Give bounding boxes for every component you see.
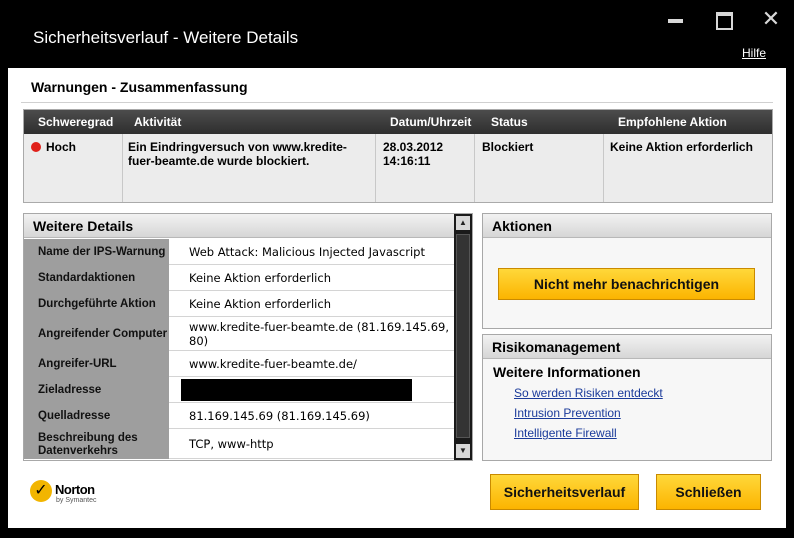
logo-subtitle: by Symantec (56, 497, 97, 504)
details-label: Beschreibung des Datenverkehrs (24, 429, 169, 459)
details-value: Keine Aktion erforderlich (189, 271, 331, 285)
norton-logo: ✓ Norton by Symantec (30, 480, 110, 510)
header-severity[interactable]: Schweregrad (38, 115, 113, 129)
divider (21, 102, 773, 103)
time-value: 14:16:11 (383, 154, 431, 168)
details-label: Durchgeführte Aktion (24, 291, 169, 317)
details-row: Angreifer-URL www.kredite-fuer-beamte.de… (24, 351, 454, 377)
details-panel: Weitere Details Name der IPS-Warnung Web… (23, 213, 473, 461)
details-label: Zieladresse (24, 377, 169, 403)
redacted-value (181, 379, 412, 401)
severity-label: Hoch (46, 140, 76, 154)
datetime-cell: 28.03.2012 14:16:11 (383, 140, 443, 168)
scroll-down-icon[interactable]: ▼ (456, 444, 470, 458)
details-label: Quelladresse (24, 403, 169, 429)
close-button[interactable]: Schließen (656, 474, 761, 510)
date-value: 28.03.2012 (383, 140, 444, 154)
details-value: Keine Aktion erforderlich (189, 297, 331, 311)
column-divider (122, 134, 123, 202)
details-row: Standardaktionen Keine Aktion erforderli… (24, 265, 454, 291)
window-frame-right (786, 68, 794, 538)
risk-title: Risikomanagement (483, 335, 771, 359)
details-value: Web Attack: Malicious Injected Javascrip… (189, 245, 425, 259)
header-activity[interactable]: Aktivität (134, 115, 181, 129)
column-divider (603, 134, 604, 202)
logo-brand: Norton (55, 482, 95, 497)
actions-title: Aktionen (483, 214, 771, 238)
actions-panel: Aktionen Nicht mehr benachrichtigen (482, 213, 772, 329)
window-frame-left (0, 68, 8, 538)
summary-table-header: Schweregrad Aktivität Datum/Uhrzeit Stat… (24, 110, 772, 134)
details-row: Beschreibung des Datenverkehrs TCP, www-… (24, 429, 454, 459)
details-label: Angreifer-URL (24, 351, 169, 377)
more-info-heading: Weitere Informationen (493, 364, 641, 380)
risk-management-panel: Risikomanagement Weitere Informationen S… (482, 334, 772, 461)
details-title: Weitere Details (24, 214, 454, 238)
risk-detection-link[interactable]: So werden Risiken entdeckt (514, 386, 663, 400)
security-history-button[interactable]: Sicherheitsverlauf (490, 474, 639, 510)
intrusion-prevention-link[interactable]: Intrusion Prevention (514, 406, 621, 420)
details-label: Standardaktionen (24, 265, 169, 291)
summary-table: Schweregrad Aktivität Datum/Uhrzeit Stat… (23, 109, 773, 203)
minimize-icon[interactable] (664, 10, 688, 28)
details-value: www.kredite-fuer-beamte.de (81.169.145.6… (189, 320, 449, 348)
header-status[interactable]: Status (491, 115, 528, 129)
stop-notifications-button[interactable]: Nicht mehr benachrichtigen (498, 268, 755, 300)
details-row: Angreifender Computer www.kredite-fuer-b… (24, 317, 454, 351)
header-datetime[interactable]: Datum/Uhrzeit (390, 115, 471, 129)
details-value: TCP, www-http (189, 437, 274, 451)
details-label: Angreifender Computer (24, 317, 169, 351)
header-recommended-action[interactable]: Empfohlene Aktion (618, 115, 727, 129)
recommended-action-cell: Keine Aktion erforderlich (610, 140, 753, 154)
summary-title: Warnungen - Zusammenfassung (31, 79, 248, 95)
activity-text-line: fuer-beamte.de wurde blockiert. (128, 154, 310, 168)
status-cell: Blockiert (482, 140, 534, 154)
window-title: Sicherheitsverlauf - Weitere Details (33, 28, 299, 47)
help-link[interactable]: Hilfe (742, 46, 766, 60)
severity-cell: Hoch (31, 140, 76, 154)
smart-firewall-link[interactable]: Intelligente Firewall (514, 426, 617, 440)
details-scrollbar[interactable]: ▲ ▼ (454, 214, 472, 460)
maximize-icon[interactable] (711, 10, 735, 30)
column-divider (474, 134, 475, 202)
details-row: Durchgeführte Aktion Keine Aktion erford… (24, 291, 454, 317)
scrollbar-thumb[interactable] (456, 234, 470, 438)
title-bar: Sicherheitsverlauf - Weitere Details ✕ H… (0, 0, 794, 68)
scroll-up-icon[interactable]: ▲ (456, 216, 470, 230)
details-row: Zieladresse (24, 377, 454, 403)
severity-high-icon (31, 142, 41, 152)
details-value: 81.169.145.69 (81.169.145.69) (189, 409, 370, 423)
activity-text-line: Ein Eindringversuch von www.kredite- (128, 140, 347, 154)
details-row: Quelladresse 81.169.145.69 (81.169.145.6… (24, 403, 454, 429)
activity-cell: Ein Eindringversuch von www.kredite- fue… (128, 140, 347, 168)
details-label: Name der IPS-Warnung (24, 239, 169, 265)
close-icon[interactable]: ✕ (759, 8, 783, 30)
details-value: www.kredite-fuer-beamte.de/ (189, 357, 357, 371)
column-divider (375, 134, 376, 202)
window-frame-bottom (0, 528, 794, 538)
details-row: Name der IPS-Warnung Web Attack: Malicio… (24, 239, 454, 265)
checkmark-icon: ✓ (30, 480, 52, 502)
